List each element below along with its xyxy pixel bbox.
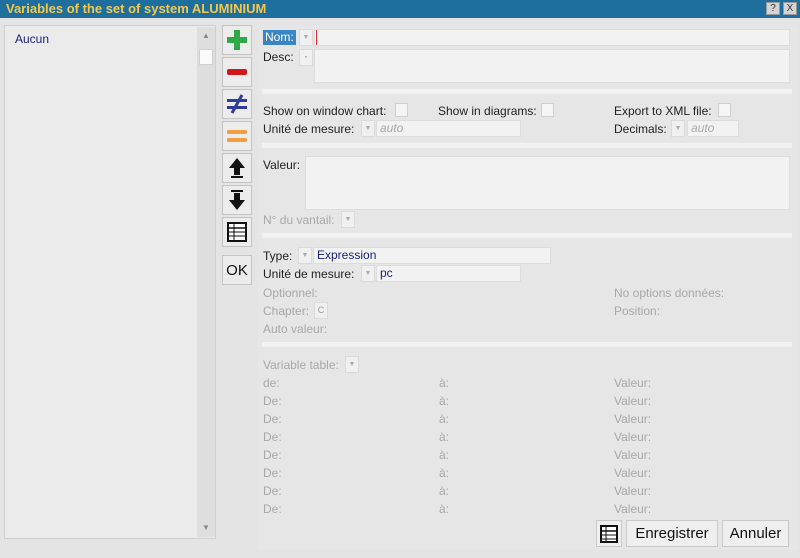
not-equal-icon bbox=[227, 94, 247, 114]
show-diagrams-checkbox[interactable] bbox=[541, 103, 554, 117]
unite-mesure2-field[interactable]: pc bbox=[376, 265, 521, 282]
table-row-a: à: bbox=[439, 466, 450, 480]
add-button[interactable] bbox=[222, 25, 252, 55]
unite-mesure-label: Unité de mesure: bbox=[263, 122, 355, 136]
equal-icon bbox=[227, 130, 247, 142]
help-button[interactable]: ? bbox=[766, 2, 780, 15]
optionnel-label: Optionnel: bbox=[263, 286, 318, 300]
table-row-de: De: bbox=[263, 502, 282, 516]
decimals-dropdown-icon[interactable]: ▼ bbox=[671, 120, 685, 137]
table-row-a: à: bbox=[439, 412, 450, 426]
nom-input[interactable] bbox=[314, 29, 790, 46]
table-row-valeur: Valeur: bbox=[614, 484, 652, 498]
valeur-label: Valeur: bbox=[263, 158, 301, 172]
table-row-de: De: bbox=[263, 484, 282, 498]
auto-valeur-label: Auto valeur: bbox=[263, 322, 328, 336]
scroll-thumb[interactable] bbox=[199, 49, 213, 65]
vantail-label: N° du vantail: bbox=[263, 213, 335, 227]
decimals-label: Decimals: bbox=[614, 122, 667, 136]
table-row-a: à: bbox=[439, 376, 450, 390]
table-row-valeur: Valeur: bbox=[614, 448, 652, 462]
save-button[interactable]: Enregistrer bbox=[626, 520, 718, 547]
table-row-valeur: Valeur: bbox=[614, 376, 652, 390]
desc-label: Desc: bbox=[263, 50, 294, 64]
variables-list[interactable]: Aucun ▲ ▼ bbox=[4, 25, 216, 539]
table-row-valeur: Valeur: bbox=[614, 502, 652, 516]
separator bbox=[262, 143, 792, 148]
list-scrollbar[interactable]: ▲ ▼ bbox=[197, 27, 215, 537]
table-view-button[interactable] bbox=[596, 520, 622, 547]
show-window-chart-checkbox[interactable] bbox=[395, 103, 408, 117]
arrow-up-icon bbox=[229, 158, 245, 178]
unite-mesure-field[interactable]: auto bbox=[376, 120, 521, 137]
arrow-down-icon bbox=[229, 190, 245, 210]
valeur-textarea[interactable] bbox=[305, 156, 790, 210]
scroll-up-icon[interactable]: ▲ bbox=[199, 29, 213, 43]
no-options-label: No options données: bbox=[614, 286, 725, 300]
minus-icon bbox=[227, 69, 247, 75]
move-down-button[interactable] bbox=[222, 185, 252, 215]
show-diagrams-label: Show in diagrams: bbox=[438, 104, 537, 118]
unite-mesure2-dropdown-icon[interactable]: ▼ bbox=[361, 265, 375, 282]
text-cursor bbox=[316, 30, 317, 45]
table-row-valeur: Valeur: bbox=[614, 394, 652, 408]
ok-button[interactable]: OK bbox=[222, 255, 252, 285]
table-row-de: De: bbox=[263, 430, 282, 444]
vantail-dropdown-icon[interactable]: ▼ bbox=[341, 211, 355, 228]
table-row-de: De: bbox=[263, 466, 282, 480]
table-row-de: De: bbox=[263, 412, 282, 426]
ok-label: OK bbox=[226, 261, 248, 279]
table-row-a: à: bbox=[439, 484, 450, 498]
decimals-field[interactable]: auto bbox=[687, 120, 739, 137]
table-row-valeur: Valeur: bbox=[614, 430, 652, 444]
table-row-valeur: Valeur: bbox=[614, 412, 652, 426]
plus-icon bbox=[227, 30, 247, 50]
table-icon bbox=[227, 222, 247, 242]
scroll-down-icon[interactable]: ▼ bbox=[199, 521, 213, 535]
remove-button[interactable] bbox=[222, 57, 252, 87]
nom-label: Nom: bbox=[263, 30, 296, 45]
move-up-button[interactable] bbox=[222, 153, 252, 183]
export-xml-checkbox[interactable] bbox=[718, 103, 731, 117]
desc-dropdown-icon[interactable]: ▪ bbox=[299, 49, 313, 66]
list-item[interactable]: Aucun bbox=[15, 32, 49, 46]
equal-button[interactable] bbox=[222, 121, 252, 151]
table-row-de: De: bbox=[263, 394, 282, 408]
separator bbox=[262, 233, 792, 238]
separator bbox=[262, 89, 792, 94]
chapter-label: Chapter: bbox=[263, 304, 310, 318]
table-row-de: De: bbox=[263, 448, 282, 462]
table-row-valeur: Valeur: bbox=[614, 466, 652, 480]
table-row-de: de: bbox=[263, 376, 280, 390]
variable-table-label: Variable table: bbox=[263, 358, 339, 372]
position-label: Position: bbox=[614, 304, 661, 318]
table-icon bbox=[600, 525, 618, 543]
title-bar: Variables of the set of system ALUMINIUM… bbox=[0, 0, 800, 18]
close-button[interactable]: X bbox=[783, 2, 797, 15]
variable-form: Nom: ▼ Desc: ▪ Show on window chart: Sho… bbox=[258, 25, 798, 550]
unite-mesure2-label: Unité de mesure: bbox=[263, 267, 355, 281]
table-row-a: à: bbox=[439, 430, 450, 444]
desc-textarea[interactable] bbox=[314, 49, 790, 83]
export-xml-label: Export to XML file: bbox=[614, 104, 712, 118]
show-window-chart-label: Show on window chart: bbox=[263, 104, 387, 118]
window-title: Variables of the set of system ALUMINIUM bbox=[6, 1, 267, 16]
variable-table-dropdown-icon[interactable]: ▼ bbox=[345, 356, 359, 373]
table-row-a: à: bbox=[439, 394, 450, 408]
swap-button[interactable] bbox=[222, 89, 252, 119]
type-label: Type: bbox=[263, 249, 293, 263]
chapter-button[interactable]: C bbox=[314, 302, 328, 319]
table-row-a: à: bbox=[439, 502, 450, 516]
unite-mesure-dropdown-icon[interactable]: ▼ bbox=[361, 120, 375, 137]
cancel-button[interactable]: Annuler bbox=[722, 520, 789, 547]
table-button[interactable] bbox=[222, 217, 252, 247]
table-row-a: à: bbox=[439, 448, 450, 462]
type-dropdown-icon[interactable]: ▼ bbox=[298, 247, 312, 264]
nom-dropdown-icon[interactable]: ▼ bbox=[299, 29, 313, 46]
separator bbox=[262, 342, 792, 347]
type-field[interactable]: Expression bbox=[313, 247, 551, 264]
